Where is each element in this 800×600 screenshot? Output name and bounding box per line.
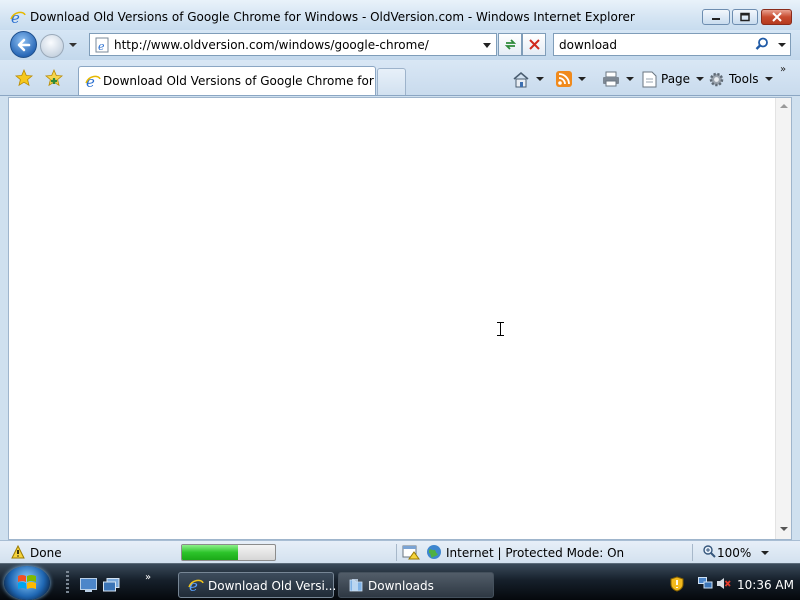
svg-text:e: e bbox=[98, 40, 105, 53]
globe-icon[interactable] bbox=[426, 544, 442, 560]
taskbar-button-ie[interactable]: e Download Old Versi... bbox=[178, 572, 337, 598]
tab-bar: e Download Old Versions of Google Chrome… bbox=[0, 60, 800, 96]
taskbar-button-label: Download Old Versi... bbox=[208, 579, 337, 593]
tab-active[interactable]: e Download Old Versions of Google Chrome… bbox=[78, 66, 404, 95]
forward-button[interactable] bbox=[40, 34, 64, 58]
text-cursor-icon bbox=[497, 322, 504, 336]
page-menu[interactable]: Page bbox=[642, 70, 705, 88]
magnifier-icon[interactable] bbox=[703, 545, 716, 558]
search-query[interactable]: download bbox=[559, 38, 617, 52]
address-bar[interactable]: e http://www.oldversion.com/windows/goog… bbox=[89, 33, 497, 56]
home-button[interactable] bbox=[512, 70, 544, 88]
taskbar-button-downloads[interactable]: Downloads bbox=[338, 572, 494, 598]
stop-button[interactable] bbox=[522, 33, 546, 56]
search-icon[interactable] bbox=[755, 37, 769, 51]
close-window-button[interactable] bbox=[761, 9, 792, 25]
ie-icon: e bbox=[188, 577, 204, 593]
popup-blocker-icon[interactable] bbox=[402, 544, 420, 560]
taskbar-clock[interactable]: 10:36 AM bbox=[737, 578, 794, 592]
title-bar: e Download Old Versions of Google Chrome… bbox=[0, 0, 800, 32]
security-zone-text: Internet | Protected Mode: On bbox=[446, 546, 625, 560]
rss-feeds-icon bbox=[556, 71, 572, 87]
back-arrow-icon bbox=[17, 38, 31, 52]
folder-icon bbox=[349, 579, 363, 592]
tools-menu[interactable]: Tools bbox=[708, 70, 773, 88]
address-url[interactable]: http://www.oldversion.com/windows/google… bbox=[114, 38, 429, 52]
more-commands-chevron-icon[interactable]: » bbox=[780, 64, 786, 75]
tools-menu-dropdown bbox=[764, 77, 773, 81]
back-button[interactable] bbox=[10, 31, 37, 58]
zoom-dropdown[interactable] bbox=[761, 551, 769, 555]
switch-windows-icon[interactable] bbox=[103, 578, 120, 592]
feeds-button[interactable] bbox=[556, 70, 586, 88]
page-icon bbox=[642, 71, 657, 87]
page-content[interactable] bbox=[8, 97, 792, 540]
warning-icon[interactable] bbox=[11, 545, 25, 559]
status-divider bbox=[396, 544, 397, 561]
navigation-bar: e http://www.oldversion.com/windows/goog… bbox=[0, 30, 800, 60]
close-icon bbox=[771, 12, 782, 22]
favorites-star-icon[interactable] bbox=[15, 69, 33, 87]
taskbar: » e Download Old Versi... Downloads 10:3… bbox=[0, 563, 800, 600]
security-shield-icon[interactable] bbox=[670, 576, 684, 592]
minimize-button[interactable] bbox=[702, 9, 730, 25]
show-desktop-icon[interactable] bbox=[80, 578, 97, 592]
quick-launch-more-chevron-icon[interactable]: » bbox=[145, 572, 151, 583]
quick-launch-grip[interactable] bbox=[66, 571, 69, 595]
maximize-button[interactable] bbox=[732, 9, 758, 25]
print-dropdown[interactable] bbox=[626, 77, 634, 81]
home-icon bbox=[513, 71, 529, 87]
network-icon[interactable] bbox=[698, 577, 713, 590]
printer-icon bbox=[603, 71, 619, 87]
scroll-up-arrow-icon[interactable] bbox=[780, 104, 788, 108]
feeds-dropdown[interactable] bbox=[578, 77, 586, 81]
tab-title: Download Old Versions of Google Chrome f… bbox=[103, 74, 404, 88]
progress-fill bbox=[182, 545, 238, 560]
tab-ie-icon: e bbox=[85, 73, 101, 89]
print-button[interactable] bbox=[602, 70, 634, 88]
search-box[interactable]: download bbox=[553, 33, 791, 56]
page-load-progress bbox=[181, 544, 276, 561]
home-dropdown[interactable] bbox=[536, 77, 544, 81]
page-menu-dropdown bbox=[696, 77, 705, 81]
status-divider bbox=[692, 544, 693, 561]
status-bar: Done Internet | Protected Mode: On 100% bbox=[0, 540, 800, 563]
start-button[interactable] bbox=[4, 566, 50, 600]
ie-icon: e bbox=[10, 9, 26, 25]
refresh-button[interactable] bbox=[498, 33, 522, 56]
page-ie-icon: e bbox=[95, 37, 109, 53]
scroll-down-arrow-icon[interactable] bbox=[780, 527, 788, 531]
recent-pages-dropdown[interactable] bbox=[69, 43, 77, 47]
window-title: Download Old Versions of Google Chrome f… bbox=[30, 10, 635, 24]
taskbar-button-label: Downloads bbox=[368, 579, 434, 593]
gear-icon bbox=[709, 72, 724, 86]
new-tab-button[interactable] bbox=[377, 68, 406, 95]
zoom-level[interactable]: 100% bbox=[717, 546, 751, 560]
add-favorites-icon[interactable] bbox=[45, 69, 63, 87]
search-provider-dropdown[interactable] bbox=[778, 43, 786, 47]
volume-muted-icon[interactable] bbox=[716, 577, 731, 590]
tools-menu-label: Tools bbox=[729, 72, 759, 86]
maximize-icon bbox=[740, 12, 750, 22]
windows-logo-icon bbox=[18, 575, 36, 589]
vertical-scrollbar[interactable] bbox=[775, 98, 791, 539]
address-dropdown[interactable] bbox=[483, 43, 491, 48]
refresh-icon bbox=[504, 39, 517, 50]
page-menu-label: Page bbox=[661, 72, 691, 86]
status-text: Done bbox=[30, 546, 62, 560]
minimize-icon bbox=[712, 18, 720, 20]
stop-icon bbox=[529, 39, 540, 50]
